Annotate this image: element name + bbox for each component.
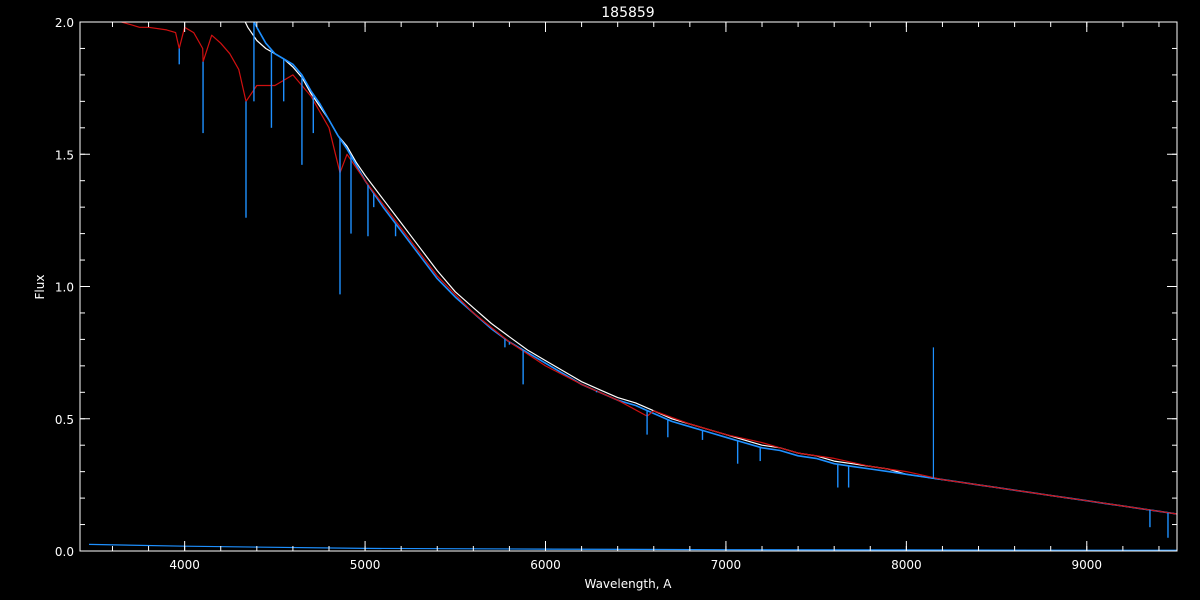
chart-title: 185859 [601, 5, 654, 21]
spectrum-chart: 185859 Wavelength, A Flux 4000 5000 6000 70… [0, 0, 1200, 600]
x-tick-label: 5000 [350, 558, 381, 572]
chart-background [0, 0, 1200, 600]
x-tick-label: 6000 [530, 558, 561, 572]
x-tick-label: 4000 [169, 558, 200, 572]
x-tick-label: 9000 [1072, 558, 1103, 572]
y-tick-label: 0.0 [55, 545, 74, 559]
y-tick-label: 2.0 [55, 16, 74, 30]
y-axis-label: Flux [33, 275, 47, 300]
y-tick-label: 1.5 [55, 148, 74, 162]
y-tick-label: 0.5 [55, 413, 74, 427]
x-axis-label: Wavelength, A [584, 577, 672, 591]
y-tick-label: 1.0 [55, 281, 74, 295]
x-tick-label: 7000 [711, 558, 742, 572]
x-tick-label: 8000 [891, 558, 922, 572]
